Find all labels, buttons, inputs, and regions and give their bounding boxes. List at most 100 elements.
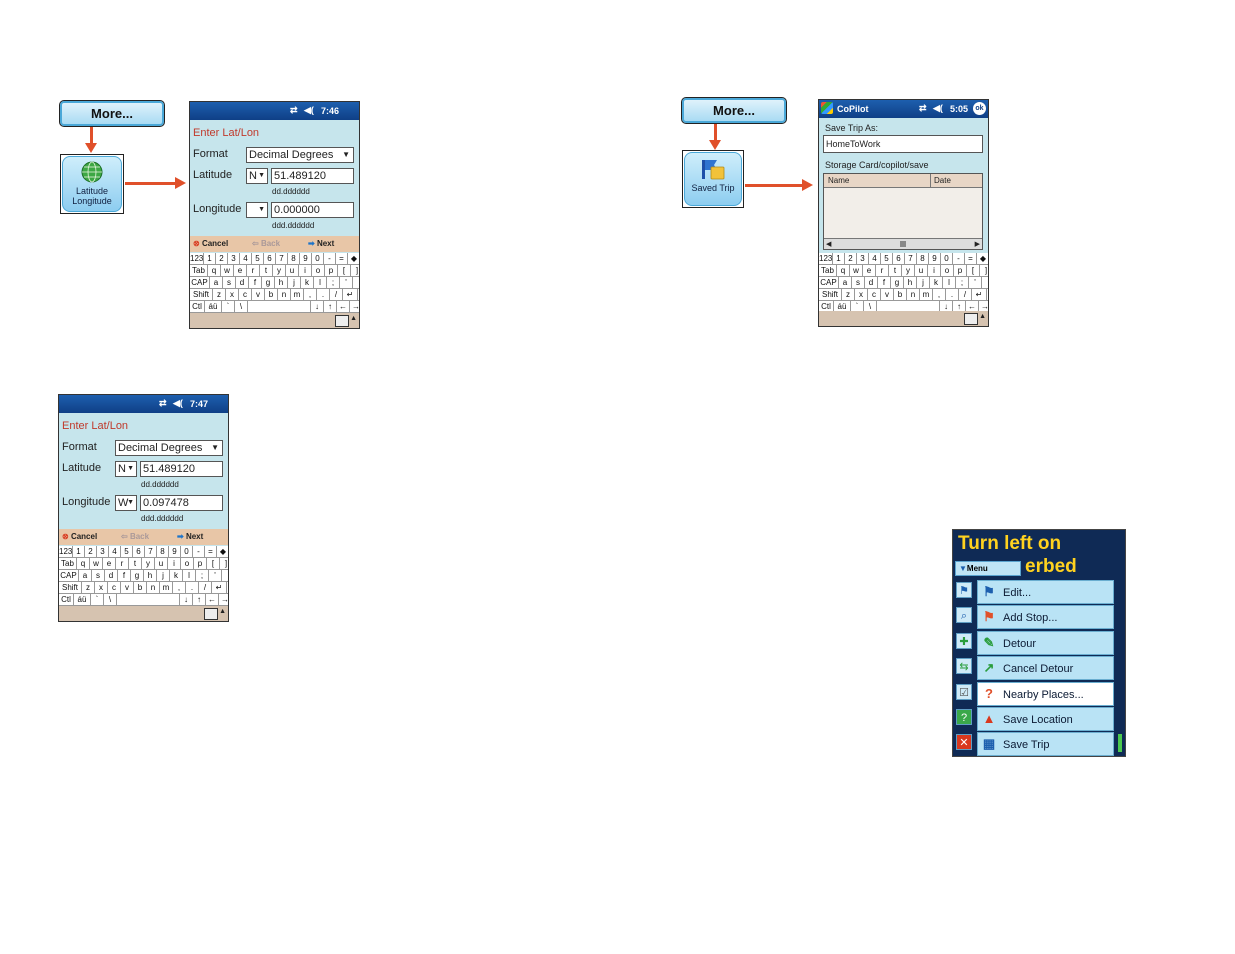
key-`[interactable]: ` — [222, 301, 235, 312]
lon-direction-select[interactable]: ▼ — [246, 202, 268, 218]
key-space[interactable] — [248, 301, 311, 312]
key-l[interactable]: l — [183, 570, 196, 581]
key-↵[interactable]: ↵ — [343, 289, 358, 300]
key-↓[interactable]: ↓ — [180, 594, 193, 605]
key-s[interactable]: s — [852, 277, 865, 288]
key-s[interactable]: s — [92, 570, 105, 581]
key-u[interactable]: u — [915, 265, 928, 276]
key-v[interactable]: v — [121, 582, 134, 593]
start-menu-icon[interactable] — [821, 102, 833, 114]
keyboard-icon[interactable] — [964, 313, 978, 325]
menu-item-edit[interactable]: ⚑ Edit... — [977, 580, 1114, 604]
key-.[interactable]: . — [186, 582, 199, 593]
key-CAP[interactable]: CAP — [819, 277, 839, 288]
key-áü[interactable]: áü — [74, 594, 91, 605]
horizontal-scrollbar[interactable]: ◀ ▶ — [824, 238, 982, 249]
more-button[interactable]: More... — [59, 100, 165, 127]
key-123[interactable]: 123 — [59, 546, 73, 557]
key-,[interactable]: , — [304, 289, 317, 300]
key-z[interactable]: z — [213, 289, 226, 300]
key-l[interactable]: l — [314, 277, 327, 288]
key-p[interactable]: p — [325, 265, 338, 276]
key-j[interactable]: j — [157, 570, 170, 581]
key-`[interactable]: ` — [91, 594, 104, 605]
lat-direction-select[interactable]: N ▼ — [115, 461, 137, 477]
key-t[interactable]: t — [889, 265, 902, 276]
key-6[interactable]: 6 — [133, 546, 145, 557]
key-↵[interactable]: ↵ — [972, 289, 987, 300]
latitude-input[interactable]: 51.489120 — [271, 168, 354, 184]
key-\[interactable]: \ — [235, 301, 248, 312]
key-4[interactable]: 4 — [109, 546, 121, 557]
key-←[interactable]: ← — [206, 594, 219, 605]
key-c[interactable]: c — [868, 289, 881, 300]
key-,[interactable]: , — [933, 289, 946, 300]
side-toolbar-icon[interactable]: ⇆ — [956, 658, 972, 675]
key-[[interactable]: [ — [338, 265, 351, 276]
key-8[interactable]: 8 — [157, 546, 169, 557]
key-1[interactable]: 1 — [833, 253, 845, 264]
key--[interactable]: - — [324, 253, 336, 264]
key-1[interactable]: 1 — [204, 253, 216, 264]
key-e[interactable]: e — [234, 265, 247, 276]
key-=[interactable]: = — [965, 253, 977, 264]
key-o[interactable]: o — [941, 265, 954, 276]
cancel-button[interactable]: ⊗ Cancel — [62, 532, 97, 541]
key-z[interactable]: z — [842, 289, 855, 300]
key-][interactable]: ] — [351, 265, 359, 276]
key-0[interactable]: 0 — [312, 253, 324, 264]
key-Shift[interactable]: Shift — [190, 289, 213, 300]
key-,[interactable]: , — [173, 582, 186, 593]
key-f[interactable]: f — [878, 277, 891, 288]
key-z[interactable]: z — [82, 582, 95, 593]
key-o[interactable]: o — [312, 265, 325, 276]
key-m[interactable]: m — [920, 289, 933, 300]
side-toolbar-icon[interactable]: ✚ — [956, 632, 972, 649]
key-j[interactable]: j — [917, 277, 930, 288]
key-b[interactable]: b — [134, 582, 147, 593]
key-←[interactable]: ← — [337, 301, 350, 312]
key-0[interactable]: 0 — [181, 546, 193, 557]
key-5[interactable]: 5 — [121, 546, 133, 557]
side-toolbar-icon[interactable]: ? — [956, 709, 972, 725]
key-w[interactable]: w — [90, 558, 103, 569]
key-0[interactable]: 0 — [941, 253, 953, 264]
key-7[interactable]: 7 — [905, 253, 917, 264]
key-[[interactable]: [ — [967, 265, 980, 276]
key-r[interactable]: r — [247, 265, 260, 276]
more-button[interactable]: More... — [681, 97, 787, 124]
next-button[interactable]: ➡ Next — [308, 239, 334, 248]
key-h[interactable]: h — [144, 570, 157, 581]
keyboard-toggle-icon[interactable]: ▲ — [350, 315, 357, 322]
key-↓[interactable]: ↓ — [311, 301, 324, 312]
keyboard-icon[interactable] — [204, 608, 218, 620]
key--[interactable]: - — [193, 546, 205, 557]
key-9[interactable]: 9 — [300, 253, 312, 264]
key-◆[interactable]: ◆ — [217, 546, 228, 557]
trip-list[interactable]: Name Date ◀ ▶ — [823, 173, 983, 250]
key-y[interactable]: y — [142, 558, 155, 569]
longitude-input[interactable]: 0.000000 — [271, 202, 354, 218]
key-8[interactable]: 8 — [917, 253, 929, 264]
soft-keyboard[interactable]: 123 1 2 3 4 5 6 7 8 9 0- = ◆ Tab q w e r t y u i o p[] CAP a s d f g h… — [190, 253, 359, 313]
key-w[interactable]: w — [221, 265, 234, 276]
save-as-input[interactable]: HomeToWork — [823, 135, 983, 153]
key-Ctl[interactable]: Ctl — [190, 301, 205, 312]
key-8[interactable]: 8 — [288, 253, 300, 264]
menu-item-cancel-detour[interactable]: ↗ Cancel Detour — [977, 656, 1114, 681]
key-q[interactable]: q — [837, 265, 850, 276]
key-j[interactable]: j — [288, 277, 301, 288]
key-c[interactable]: c — [108, 582, 121, 593]
side-toolbar-icon[interactable]: ✕ — [956, 734, 972, 751]
keyboard-icon[interactable] — [335, 315, 349, 327]
key-◆[interactable]: ◆ — [348, 253, 359, 264]
menu-item-detour[interactable]: ✎ Detour — [977, 630, 1114, 655]
key-2[interactable]: 2 — [216, 253, 228, 264]
key-u[interactable]: u — [286, 265, 299, 276]
key-f[interactable]: f — [249, 277, 262, 288]
key-d[interactable]: d — [865, 277, 878, 288]
back-button[interactable]: ⇦ Back — [252, 239, 280, 248]
cancel-button[interactable]: ⊗ Cancel — [193, 239, 228, 248]
key-7[interactable]: 7 — [145, 546, 157, 557]
key-][interactable]: ] — [220, 558, 228, 569]
